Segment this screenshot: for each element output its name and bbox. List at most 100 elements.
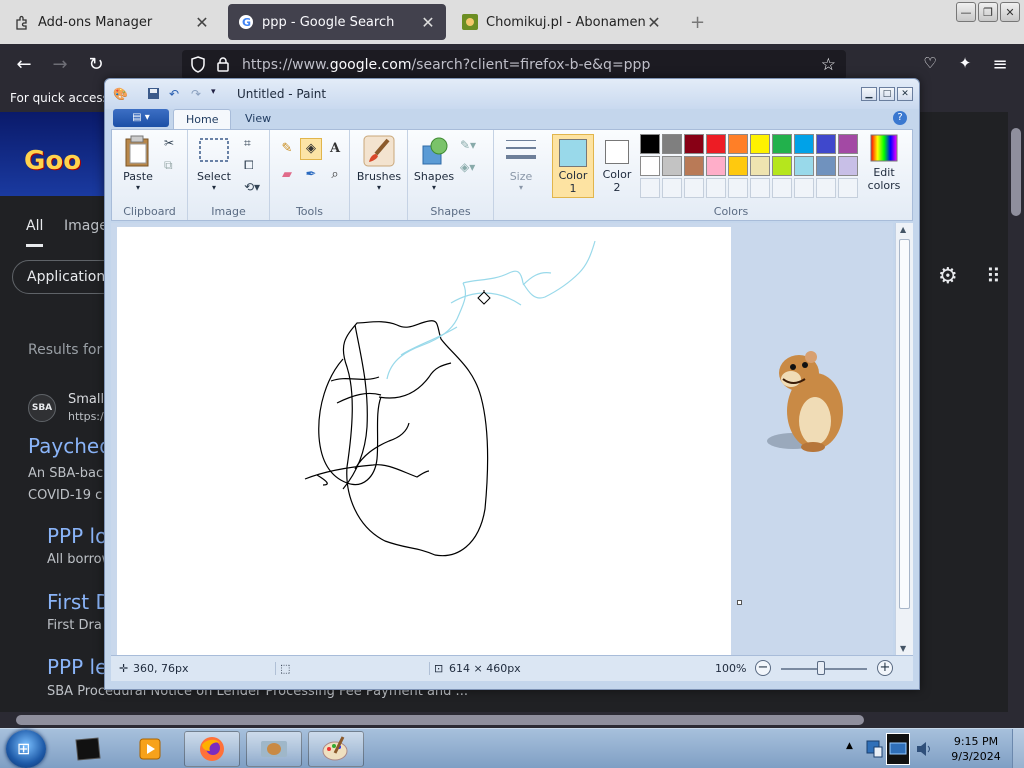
palette-swatch[interactable] <box>750 156 770 176</box>
new-tab-button[interactable]: + <box>680 4 710 40</box>
palette-swatch[interactable] <box>706 156 726 176</box>
crop-icon[interactable]: ⌗ <box>244 136 251 151</box>
result-source-name[interactable]: Small <box>68 392 104 407</box>
size-button[interactable]: Size ▾ <box>500 134 542 192</box>
minimize-button[interactable]: — <box>956 2 976 22</box>
color2-button[interactable]: Color 2 <box>598 134 636 198</box>
zoom-slider-thumb[interactable] <box>817 661 825 675</box>
zoom-out-button[interactable]: − <box>755 660 771 676</box>
palette-swatch[interactable] <box>728 134 748 154</box>
palette-swatch[interactable] <box>794 156 814 176</box>
palette-swatch[interactable] <box>706 134 726 154</box>
fill-bucket-icon[interactable]: ◈ <box>300 138 322 160</box>
undo-icon[interactable]: ↶ <box>169 87 179 101</box>
eraser-icon[interactable]: ▰ <box>276 164 298 186</box>
palette-swatch[interactable] <box>816 134 836 154</box>
palette-swatch[interactable] <box>684 134 704 154</box>
redo-icon[interactable]: ↷ <box>191 87 201 101</box>
color-picker-icon[interactable]: ✒ <box>300 164 322 186</box>
apps-grid-icon[interactable]: ⠿ <box>986 264 1001 288</box>
close-icon[interactable]: ✕ <box>420 13 436 32</box>
close-icon[interactable]: ✕ <box>194 13 210 32</box>
close-window-button[interactable]: ✕ <box>1000 2 1020 22</box>
paste-button[interactable]: Paste ▾ <box>118 134 158 192</box>
palette-empty-slot[interactable] <box>750 178 770 198</box>
result-source-url[interactable]: https:/ <box>68 410 104 423</box>
magnifier-icon[interactable]: ⌕ <box>324 164 346 186</box>
page-horizontal-scrollbar[interactable] <box>0 712 1024 728</box>
palette-swatch[interactable] <box>640 134 660 154</box>
cut-icon[interactable]: ✂ <box>164 136 174 150</box>
url-bar[interactable]: https://www. google.com/search?client=fir… <box>182 50 846 80</box>
fill-icon[interactable]: ◈▾ <box>460 160 475 174</box>
result-title[interactable]: Payched <box>28 434 112 458</box>
select-button[interactable]: Select ▾ <box>194 134 234 192</box>
palette-swatch[interactable] <box>684 156 704 176</box>
paint-maximize-button[interactable]: □ <box>879 87 895 101</box>
extensions-icon[interactable]: ✦ <box>953 54 977 72</box>
system-clock[interactable]: 9:15 PM 9/3/2024 <box>944 734 1008 764</box>
tab-all[interactable]: All <box>26 218 44 247</box>
network-icon[interactable] <box>866 739 884 763</box>
show-desktop-button[interactable] <box>1012 729 1024 768</box>
palette-empty-slot[interactable] <box>794 178 814 198</box>
pocket-icon[interactable]: ♡ <box>918 54 942 72</box>
restore-button[interactable]: ❐ <box>978 2 998 22</box>
palette-swatch[interactable] <box>772 134 792 154</box>
palette-empty-slot[interactable] <box>684 178 704 198</box>
result-title[interactable]: First D <box>47 590 111 614</box>
start-button[interactable]: ⊞ <box>6 730 46 768</box>
edit-colors-button[interactable]: Edit colors <box>864 134 904 192</box>
paint-title-bar[interactable]: 🎨 ↶ ↷ ▾ Untitled - Paint ▁ □ ✕ <box>105 79 919 109</box>
bookmark-star-icon[interactable]: ☆ <box>821 55 836 75</box>
palette-empty-slot[interactable] <box>728 178 748 198</box>
zoom-in-button[interactable]: + <box>877 660 893 676</box>
drawing-canvas[interactable] <box>117 227 731 655</box>
palette-swatch[interactable] <box>640 156 660 176</box>
page-vertical-scrollbar[interactable] <box>1008 112 1024 712</box>
taskbar-item-firefox[interactable] <box>184 731 240 767</box>
canvas-vertical-scrollbar[interactable]: ▲ ▼ <box>895 223 913 655</box>
tab-chomikuj[interactable]: Chomikuj.pl - Abonamenty i Do ✕ <box>452 4 672 40</box>
canvas-resize-handle[interactable] <box>737 600 742 605</box>
outline-icon[interactable]: ✎▾ <box>460 138 476 152</box>
pencil-icon[interactable]: ✎ <box>276 138 298 160</box>
taskbar-item-chomikuj[interactable] <box>246 731 302 767</box>
tab-google-search[interactable]: G ppp - Google Search ✕ <box>228 4 446 40</box>
palette-empty-slot[interactable] <box>838 178 858 198</box>
close-icon[interactable]: ✕ <box>646 13 662 32</box>
palette-swatch[interactable] <box>838 134 858 154</box>
palette-empty-slot[interactable] <box>816 178 836 198</box>
tab-home[interactable]: Home <box>173 109 232 129</box>
taskbar-item-terminal[interactable] <box>60 731 116 767</box>
shield-icon[interactable] <box>190 56 206 78</box>
text-tool-icon[interactable]: A <box>324 138 346 160</box>
palette-empty-slot[interactable] <box>772 178 792 198</box>
tab-addons-manager[interactable]: Add-ons Manager ✕ <box>4 4 220 40</box>
brushes-button[interactable]: Brushes ▾ <box>356 134 402 192</box>
active-tray-item[interactable] <box>886 733 910 765</box>
lock-icon[interactable] <box>216 56 230 76</box>
taskbar-item-paint[interactable] <box>308 731 364 767</box>
palette-swatch[interactable] <box>662 134 682 154</box>
reload-icon[interactable]: ↻ <box>84 54 108 75</box>
palette-empty-slot[interactable] <box>640 178 660 198</box>
result-title[interactable]: PPP lo <box>47 524 107 548</box>
palette-swatch[interactable] <box>816 156 836 176</box>
paint-app-icon[interactable]: 🎨 <box>113 87 128 101</box>
rotate-icon[interactable]: ⟲▾ <box>244 180 260 194</box>
tab-view[interactable]: View <box>233 109 283 129</box>
paint-minimize-button[interactable]: ▁ <box>861 87 877 101</box>
speaker-icon[interactable] <box>914 739 934 763</box>
show-hidden-icons-arrow[interactable]: ▲ <box>846 741 853 751</box>
palette-swatch[interactable] <box>728 156 748 176</box>
menu-icon[interactable]: ≡ <box>988 54 1012 75</box>
back-arrow-icon[interactable]: ← <box>12 54 36 75</box>
palette-swatch[interactable] <box>662 156 682 176</box>
forward-arrow-icon[interactable]: → <box>48 54 72 75</box>
customize-toolbar-icon[interactable]: ▾ <box>211 87 216 97</box>
shapes-button[interactable]: Shapes ▾ <box>412 134 456 192</box>
palette-swatch[interactable] <box>838 156 858 176</box>
resize-icon[interactable]: ⧠ <box>244 158 254 173</box>
gear-icon[interactable]: ⚙ <box>938 264 958 289</box>
